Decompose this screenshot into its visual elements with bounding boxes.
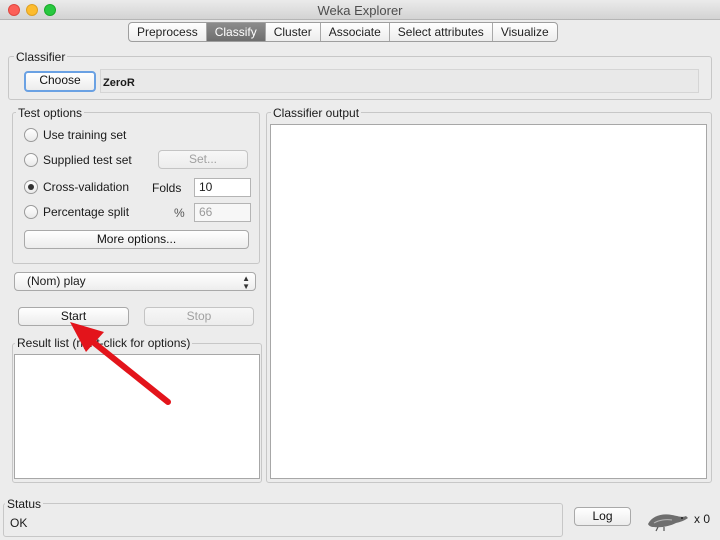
select-arrows-icon: ▲ ▼ — [242, 274, 250, 291]
classifier-output-label: Classifier output — [271, 106, 362, 120]
folds-label: Folds — [152, 181, 182, 195]
folds-input[interactable]: 10 — [194, 178, 251, 197]
tab-select-attributes[interactable]: Select attributes — [388, 23, 492, 41]
percentage-split-label: Percentage split — [43, 205, 130, 219]
use-training-set-label: Use training set — [43, 128, 127, 142]
supplied-test-set-option[interactable]: Supplied test set — [24, 151, 132, 169]
classifier-group-label: Classifier — [14, 50, 68, 64]
log-button[interactable]: Log — [574, 507, 631, 526]
cross-validation-radio[interactable] — [24, 180, 38, 194]
percent-symbol: % — [174, 206, 185, 220]
tab-cluster[interactable]: Cluster — [264, 23, 320, 41]
choose-classifier-button[interactable]: Choose — [24, 71, 96, 92]
class-attribute-select[interactable]: (Nom) play ▲ ▼ — [14, 272, 256, 291]
percent-split-input[interactable]: 66 — [194, 203, 251, 222]
cross-validation-option[interactable]: Cross-validation — [24, 178, 129, 196]
test-options-group-label: Test options — [16, 106, 85, 120]
set-test-set-button[interactable]: Set... — [158, 150, 248, 169]
status-group — [3, 503, 563, 537]
red-arrow-annotation-icon — [70, 322, 171, 405]
tab-visualize[interactable]: Visualize — [491, 23, 557, 41]
tab-classify[interactable]: Classify — [205, 23, 265, 41]
status-text: OK — [10, 516, 28, 530]
use-training-set-radio[interactable] — [24, 128, 38, 142]
tab-preprocess[interactable]: Preprocess — [129, 23, 206, 41]
classifier-name-field[interactable] — [100, 69, 699, 93]
cross-validation-label: Cross-validation — [43, 180, 130, 194]
log-count: x 0 — [694, 512, 711, 526]
percentage-split-option[interactable]: Percentage split — [24, 203, 129, 221]
classifier-output-panel[interactable] — [270, 124, 707, 479]
supplied-test-set-label: Supplied test set — [43, 153, 132, 167]
tab-bar: Preprocess Classify Cluster Associate Se… — [128, 22, 558, 42]
use-training-set-option[interactable]: Use training set — [24, 126, 126, 144]
supplied-test-set-radio[interactable] — [24, 153, 38, 167]
status-label: Status — [5, 497, 44, 511]
weka-bird-icon — [648, 514, 688, 532]
tab-associate[interactable]: Associate — [319, 23, 389, 41]
class-attribute-value: (Nom) play — [27, 274, 86, 288]
classifier-name: ZeroR — [103, 77, 135, 89]
title-bar: Weka Explorer — [0, 0, 720, 20]
more-options-button[interactable]: More options... — [24, 230, 249, 249]
window-title: Weka Explorer — [317, 3, 403, 18]
percentage-split-radio[interactable] — [24, 205, 38, 219]
